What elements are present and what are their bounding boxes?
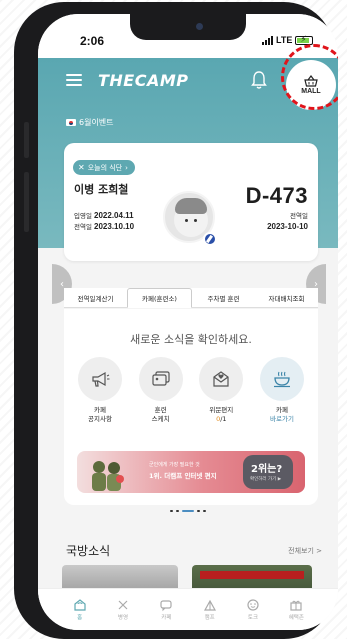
bell-icon[interactable] — [251, 70, 267, 90]
banner-quiz-title: 2위는? — [251, 464, 283, 475]
news-section-title: 국방소식 — [66, 544, 111, 558]
dday-discharge-label: 전역일 — [290, 212, 308, 220]
talk-icon — [247, 599, 259, 611]
chevron-right-icon: › — [125, 163, 128, 172]
cafe-shortcuts: 카페 공지사항 훈련 스케치 위문편지 0/1 카페 바로가기 — [76, 357, 306, 424]
rank-badge-icon — [203, 232, 217, 246]
cafe-icon — [160, 600, 172, 612]
nav-benefits-label: 혜택존 — [288, 615, 304, 621]
phone-button — [24, 172, 29, 232]
nav-cafe[interactable]: 카페 — [150, 589, 182, 630]
nav-barracks-label: 병영 — [117, 615, 129, 621]
panel-title: 새로운 소식을 확인하세요. — [130, 333, 252, 346]
envelope-heart-icon — [213, 371, 229, 387]
app-screen: 2:06 LTE ⚡ THECAMP MALL 6월이벤트 ✕ 오늘의 식단 ›… — [38, 14, 338, 630]
nav-benefits[interactable]: 혜택존 — [280, 589, 312, 630]
camera-icon — [196, 23, 203, 30]
nav-home[interactable]: 홈 — [64, 589, 96, 630]
cafe-notice-sub: 공지사항 — [88, 415, 112, 423]
training-sketch-sub: 스케치 — [151, 415, 170, 423]
nav-cafe-label: 카페 — [161, 615, 172, 621]
barracks-icon — [118, 600, 128, 610]
banner-line2: 1위. 더캠프 인터넷 편지 — [149, 472, 217, 480]
menu-icon[interactable] — [66, 74, 82, 86]
event-link[interactable]: 6월이벤트 — [66, 117, 114, 128]
gift-icon — [290, 600, 302, 611]
discharge-date: 2023.10.10 — [94, 222, 135, 231]
training-sketch-label: 훈련 — [154, 406, 167, 414]
tab-weekly-training[interactable]: 주차별 훈련 — [192, 288, 255, 307]
app-logo[interactable]: THECAMP — [98, 71, 189, 90]
cafe-tabs: 전역일계산기 카페(훈련소) 주차별 훈련 자대배치조회 — [64, 288, 318, 308]
tab-discharge-calculator[interactable]: 전역일계산기 — [64, 288, 127, 307]
soldier-card: ✕ 오늘의 식단 › 이병 조희철 입영일 2022.04.11 전역일 202… — [64, 143, 318, 261]
dday-discharge-date: 2023-10-10 — [267, 222, 308, 231]
carousel-indicator — [38, 510, 338, 512]
megaphone-icon — [92, 371, 110, 387]
network-label: LTE — [276, 35, 293, 45]
phone-frame: 2:06 LTE ⚡ THECAMP MALL 6월이벤트 ✕ 오늘의 식단 ›… — [14, 2, 338, 639]
banner-quiz-button[interactable]: 2위는? 확인하러 가기 ▶ — [243, 455, 293, 489]
phone-button — [24, 122, 29, 158]
camp-icon — [203, 599, 216, 611]
status-indicators: LTE ⚡ — [262, 35, 314, 45]
training-sketch-button[interactable]: 훈련 스케치 — [137, 357, 185, 424]
cafe-notice-button[interactable]: 카페 공지사항 — [76, 357, 124, 424]
event-label: 6월이벤트 — [79, 118, 114, 127]
soldier-name: 이병 조희철 — [74, 183, 129, 196]
cafe-panel: 새로운 소식을 확인하세요. 카페 공지사항 훈련 스케치 위문편지 0/1 카… — [64, 309, 318, 505]
cafe-notice-label: 카페 — [94, 406, 106, 414]
signal-icon — [262, 35, 273, 45]
coffee-cup-icon — [273, 371, 290, 388]
nav-talk[interactable]: 토크 — [237, 589, 269, 630]
tab-cafe[interactable]: 카페(훈련소) — [127, 288, 192, 308]
cafe-shortcut-label: 카페 — [275, 406, 288, 414]
nav-camp-label: 캠프 — [204, 615, 215, 621]
nav-barracks[interactable]: 병영 — [107, 589, 139, 630]
bottom-nav: 홈 병영 카페 캠프 토크 혜택존 — [38, 588, 338, 630]
dday-discharge: 전역일 2023-10-10 — [267, 211, 308, 233]
banner-text: 군인에게 가장 필요한 것 1위. 더캠프 인터넷 편지 — [149, 461, 217, 482]
notch — [130, 14, 246, 40]
nav-talk-label: 토크 — [247, 615, 259, 621]
meal-button[interactable]: ✕ 오늘의 식단 › — [73, 160, 135, 175]
cafe-shortcut-button[interactable]: 카페 바로가기 — [258, 357, 306, 424]
enlist-date: 2022.04.11 — [94, 211, 134, 220]
promo-banner[interactable]: 군인에게 가장 필요한 것 1위. 더캠프 인터넷 편지 2위는? 확인하러 가… — [77, 451, 305, 493]
banner-line1: 군인에게 가장 필요한 것 — [149, 462, 200, 468]
service-dates: 입영일 2022.04.11 전역일 2023.10.10 — [74, 211, 134, 233]
nav-camp[interactable]: 캠프 — [194, 589, 226, 630]
photo-icon — [152, 371, 170, 386]
cafe-shortcut-sub: 바로가기 — [270, 415, 294, 423]
comfort-letter-label: 위문편지 — [209, 406, 234, 414]
korea-flag-icon — [66, 119, 76, 126]
banner-quiz-sub: 확인하러 가기 ▶ — [250, 477, 282, 482]
meal-label: 오늘의 식단 — [87, 163, 123, 172]
status-time: 2:06 — [80, 34, 105, 48]
dday-counter: D-473 — [245, 183, 308, 208]
mall-highlight-ring — [281, 44, 338, 110]
letter-total: /1 — [220, 415, 227, 423]
news-view-all-link[interactable]: 전체보기 > — [288, 546, 322, 556]
comfort-letter-button[interactable]: 위문편지 0/1 — [197, 357, 245, 424]
discharge-label: 전역일 — [74, 223, 92, 231]
home-icon — [74, 599, 86, 611]
enlist-label: 입영일 — [74, 212, 92, 220]
soldiers-illustration — [92, 461, 124, 491]
nav-home-label: 홈 — [77, 615, 83, 621]
tab-unit-assignment[interactable]: 자대배치조회 — [255, 288, 318, 307]
utensils-icon: ✕ — [78, 163, 85, 172]
